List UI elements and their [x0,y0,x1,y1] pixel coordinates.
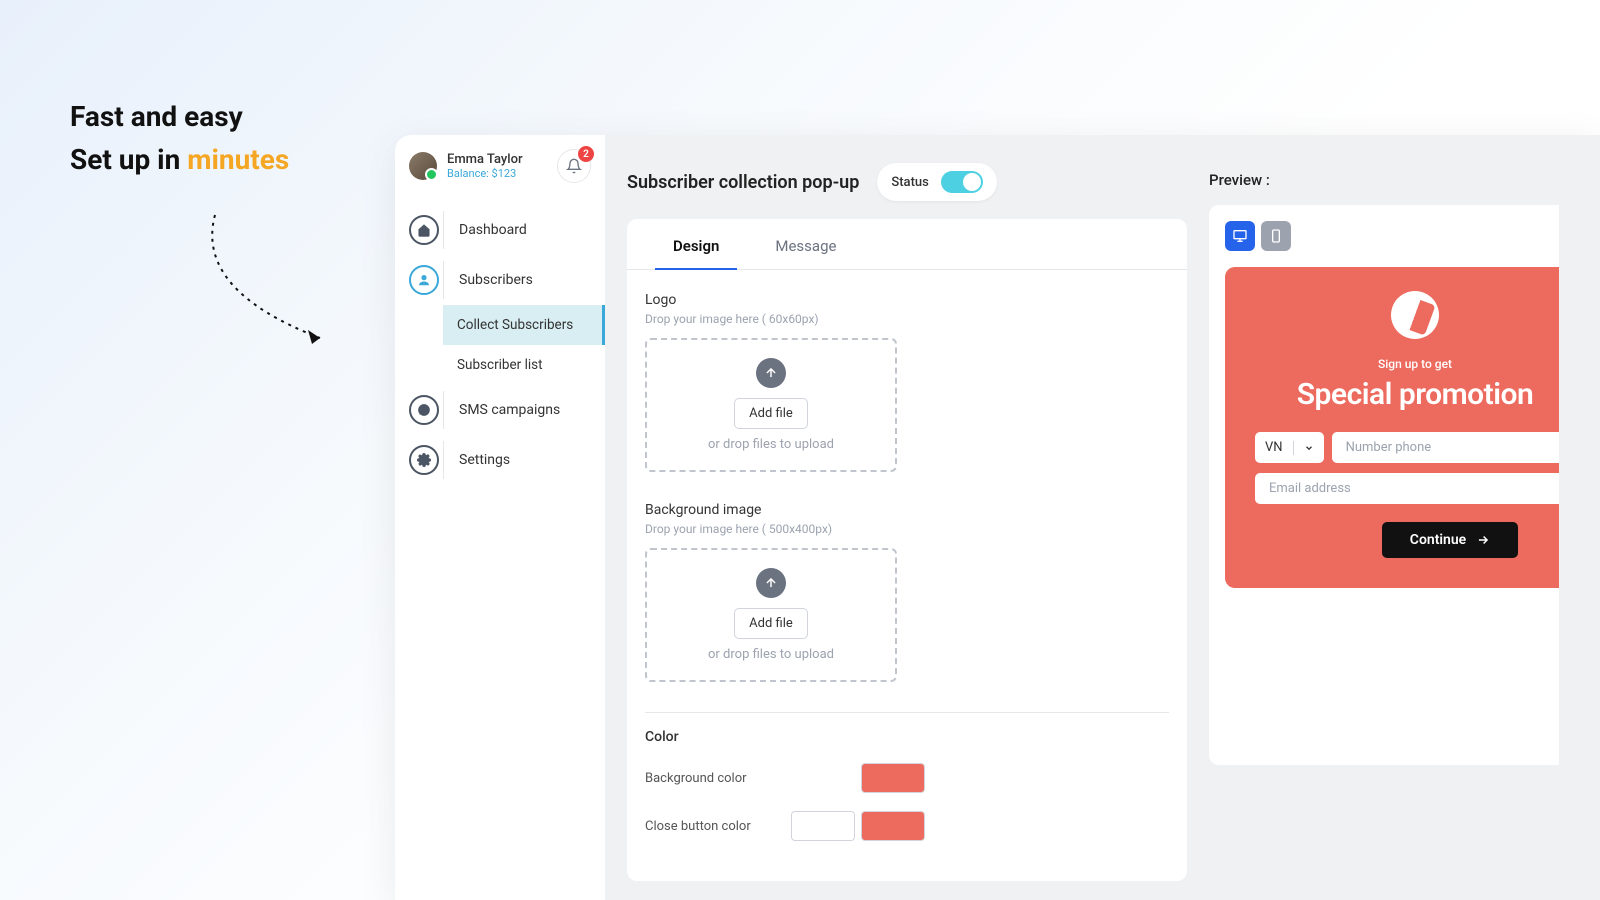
bell-icon [566,158,582,174]
profile-name: Emma Taylor [447,152,557,167]
headline-line2: Set up in minutes [70,143,289,176]
page-header: Subscriber collection pop-up Status [627,163,1187,201]
logo-hint: Drop your image here ( 60x60px) [645,312,1169,326]
tabs: Design Message [627,219,1187,270]
main-content: Subscriber collection pop-up Status Desi… [605,135,1600,900]
tab-message[interactable]: Message [747,219,864,269]
bg-dropzone[interactable]: Add file or drop files to upload [645,548,897,682]
nav-dashboard[interactable]: Dashboard [395,205,605,255]
bg-color-row: Background color [645,763,925,793]
preview-column: Preview : Sign up to get Special promoti… [1209,163,1559,900]
gear-icon [409,445,439,475]
nav: Dashboard Subscribers Collect Subscriber… [395,205,605,485]
avatar[interactable] [409,152,437,180]
notification-badge: 2 [578,146,594,162]
chevron-down-icon [1304,443,1314,453]
bg-add-file-button[interactable]: Add file [734,608,808,639]
arrow-right-icon [1476,533,1490,547]
phone-input[interactable]: Number phone [1332,432,1559,463]
sidebar: Emma Taylor Balance: $123 2 Dashboard Su… [395,135,605,900]
mobile-icon [1268,228,1284,244]
nav-sms-campaigns[interactable]: SMS campaigns [395,385,605,435]
logo-field: Logo Drop your image here ( 60x60px) Add… [645,292,1169,472]
nav-collect-subscribers[interactable]: Collect Subscribers [443,305,605,345]
page-title: Subscriber collection pop-up [627,172,859,193]
logo-label: Logo [645,292,1169,308]
upload-icon [756,568,786,598]
status-pill: Status [877,163,996,201]
design-panel: Design Message Logo Drop your image here… [627,219,1187,881]
bg-label: Background image [645,502,1169,518]
close-color-row: Close button color [645,811,925,841]
popup-subheading: Sign up to get [1255,357,1559,371]
preview-desktop-button[interactable] [1225,221,1255,251]
chat-icon [409,395,439,425]
nav-subscribers[interactable]: Subscribers [395,255,605,305]
continue-button[interactable]: Continue [1382,522,1518,558]
preview-box: Sign up to get Special promotion VN Numb… [1209,205,1559,765]
nav-subscriber-list[interactable]: Subscriber list [443,345,605,385]
profile-block: Emma Taylor Balance: $123 2 [395,149,605,183]
country-select[interactable]: VN [1255,432,1324,463]
dotted-arrow-icon [200,210,350,360]
status-label: Status [891,175,928,190]
email-input[interactable]: Email address [1255,473,1559,504]
headline-line1: Fast and easy [70,100,289,133]
home-icon [409,215,439,245]
upload-icon [756,358,786,388]
preview-label: Preview : [1209,171,1559,189]
marketing-headline: Fast and easy Set up in minutes [70,100,289,176]
close-color-swatch-1[interactable] [791,811,855,841]
profile-balance: Balance: $123 [447,167,557,180]
logo-dropzone[interactable]: Add file or drop files to upload [645,338,897,472]
close-color-swatch-2[interactable] [861,811,925,841]
user-icon [409,265,439,295]
bg-color-swatch[interactable] [861,763,925,793]
notifications-button[interactable]: 2 [557,149,591,183]
popup-logo-icon [1391,291,1439,339]
popup-preview: Sign up to get Special promotion VN Numb… [1225,267,1559,588]
bg-hint: Drop your image here ( 500x400px) [645,522,1169,536]
popup-title: Special promotion [1255,377,1559,412]
bg-image-field: Background image Drop your image here ( … [645,502,1169,682]
status-toggle[interactable] [941,171,983,193]
desktop-icon [1232,228,1248,244]
color-section-title: Color [645,712,1169,745]
preview-mobile-button[interactable] [1261,221,1291,251]
nav-settings[interactable]: Settings [395,435,605,485]
tab-design[interactable]: Design [645,219,747,269]
logo-add-file-button[interactable]: Add file [734,398,808,429]
app-window: Emma Taylor Balance: $123 2 Dashboard Su… [395,135,1600,900]
